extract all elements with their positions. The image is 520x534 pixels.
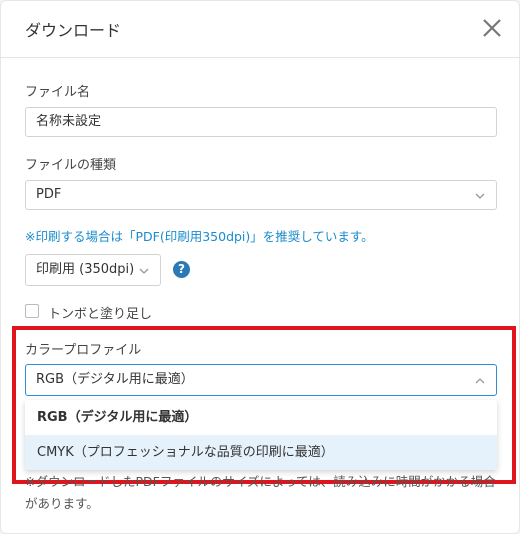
color-profile-option-rgb[interactable]: RGB（デジタル用に最適） — [25, 400, 497, 435]
trim-marks-checkbox[interactable] — [25, 304, 39, 318]
help-icon[interactable]: ? — [173, 261, 190, 278]
close-icon[interactable] — [481, 17, 503, 39]
resolution-value: 印刷用 (350dpi) — [36, 262, 135, 277]
download-dialog: ダウンロード ファイル名 名称未設定 ファイルの種類 PDF ※印刷する場合は「… — [0, 0, 520, 534]
color-profile-value: RGB（デジタル用に最適） — [36, 372, 194, 387]
dialog-title: ダウンロード — [25, 21, 122, 40]
file-type-label: ファイルの種類 — [25, 158, 117, 173]
trim-marks-label: トンボと塗り足し — [48, 307, 153, 322]
file-name-input[interactable]: 名称未設定 — [25, 107, 497, 137]
print-recommendation-note: ※印刷する場合は「PDF(印刷用350dpi)」を推奨しています。 — [25, 229, 374, 244]
file-type-value: PDF — [36, 187, 62, 202]
color-profile-label: カラープロファイル — [25, 343, 142, 358]
chevron-down-icon — [139, 268, 149, 274]
footer-note: ※ダウンロードしたPDFファイルのサイズによっては、読み込みに時間がかかる場合が… — [25, 474, 496, 511]
dialog-header: ダウンロード — [1, 1, 519, 58]
color-profile-select[interactable]: RGB（デジタル用に最適） — [25, 364, 497, 396]
file-name-label: ファイル名 — [25, 85, 91, 100]
chevron-up-icon — [475, 378, 485, 384]
color-profile-option-cmyk[interactable]: CMYK（プロフェッショナルな品質の印刷に最適） — [25, 435, 497, 470]
color-profile-dropdown: RGB（デジタル用に最適） CMYK（プロフェッショナルな品質の印刷に最適） — [25, 400, 497, 470]
file-type-select[interactable]: PDF — [25, 180, 497, 210]
resolution-select[interactable]: 印刷用 (350dpi) — [25, 254, 161, 286]
chevron-down-icon — [475, 193, 485, 199]
